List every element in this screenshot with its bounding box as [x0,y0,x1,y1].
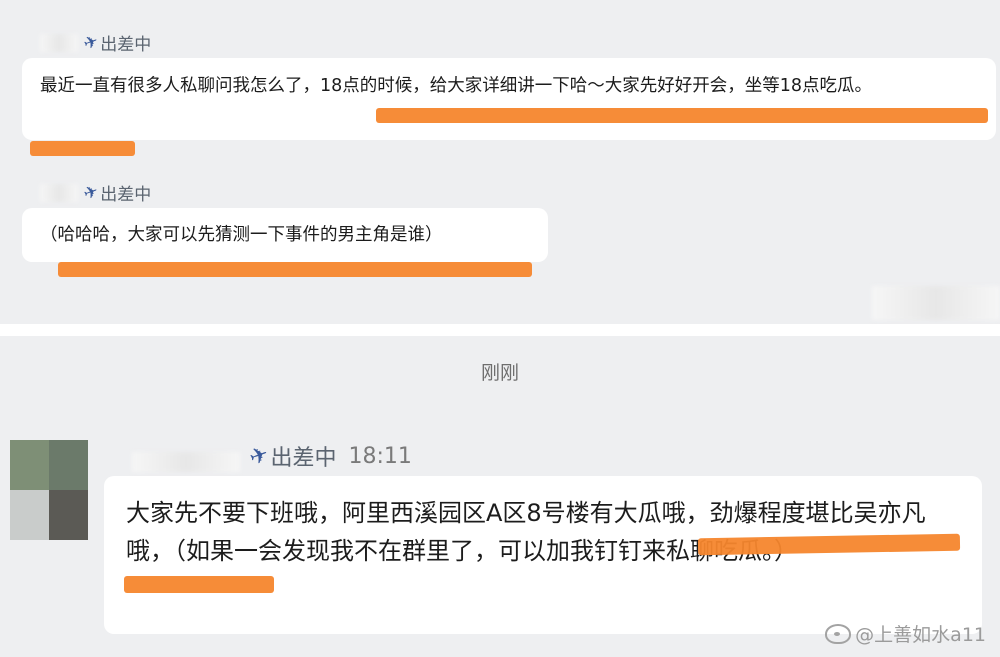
panel-divider [0,324,1000,336]
highlight-mark [124,576,274,593]
sender-status: 出差中 [100,35,152,55]
avatar[interactable] [10,440,88,540]
message-text: 大家先不要下班哦，阿里西溪园区A区8号楼有大瓜哦，劲爆程度堪比吴亦凡哦，（如果一… [126,499,926,565]
watermark-text: @上善如水a11 [855,624,986,646]
highlight-mark [58,262,532,277]
chat-panel-top: ✈ 出差中 最近一直有很多人私聊问我怎么了，18点的时候，给大家详细讲一下哈～大… [0,0,1000,324]
airplane-icon: ✈ [81,180,102,205]
message-bubble[interactable]: 大家先不要下班哦，阿里西溪园区A区8号楼有大瓜哦，劲爆程度堪比吴亦凡哦，（如果一… [104,476,982,634]
message-text: （哈哈哈，大家可以先猜测一下事件的男主角是谁） [40,225,443,245]
sender-status: 出差中 [100,185,152,205]
highlight-mark [30,141,135,156]
blurred-avatar [40,34,78,52]
message-time: 18:11 [348,443,412,469]
message-sender[interactable]: ✈ 出差中 18:11 [246,440,412,472]
message-bubble[interactable]: （哈哈哈，大家可以先猜测一下事件的男主角是谁） [22,208,548,262]
blurred-name [132,452,240,472]
message-sender[interactable]: ✈ 出差中 [81,30,152,55]
sender-status: 出差中 [270,446,337,471]
time-separator: 刚刚 [480,362,519,384]
highlight-mark [376,108,988,123]
blurred-avatar [40,184,78,202]
airplane-icon: ✈ [81,30,102,55]
message-text: 最近一直有很多人私聊问我怎么了，18点的时候，给大家详细讲一下哈～大家先好好开会… [40,76,873,96]
airplane-icon: ✈ [246,441,273,471]
blurred-area [872,286,1000,320]
message-bubble[interactable]: 最近一直有很多人私聊问我怎么了，18点的时候，给大家详细讲一下哈～大家先好好开会… [22,58,996,140]
weibo-watermark: @上善如水a11 [825,620,986,647]
weibo-logo-icon [825,623,852,644]
message-sender[interactable]: ✈ 出差中 [81,180,152,205]
